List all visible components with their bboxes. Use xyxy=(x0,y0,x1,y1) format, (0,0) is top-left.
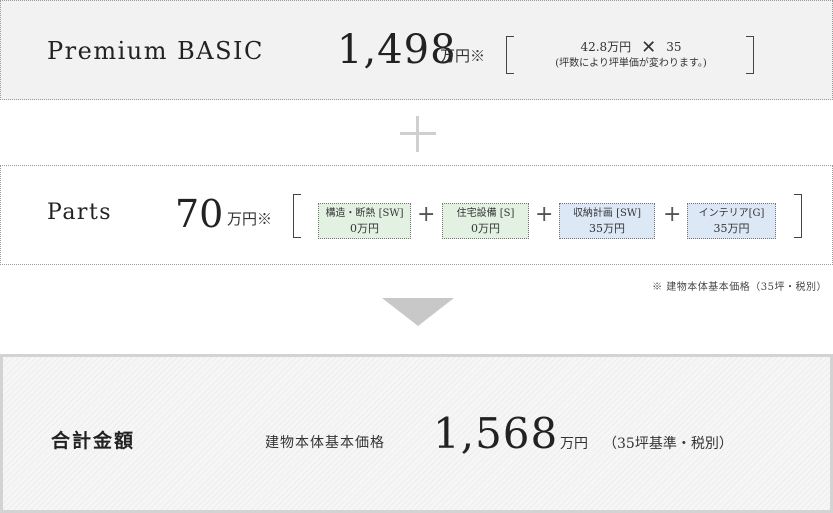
plus-icon: + xyxy=(535,202,554,227)
part-label: 住宅設備 [S] xyxy=(456,208,515,219)
left-bracket xyxy=(293,194,301,238)
basic-price: 1,498 xyxy=(337,27,457,73)
left-bracket xyxy=(506,36,514,74)
part-value: 35万円 xyxy=(589,222,625,235)
premium-basic-panel: Premium BASIC 1,498 万円※ 42.8万円 ✕ 35 (坪数により… xyxy=(0,0,833,100)
basic-title: Premium BASIC xyxy=(47,37,264,65)
parts-price: 70 xyxy=(175,192,224,236)
calc-tsubo: 35 xyxy=(666,40,682,54)
right-bracket xyxy=(746,36,754,74)
basic-price-unit: 万円※ xyxy=(440,47,486,65)
total-title: 合計金額 xyxy=(51,430,136,452)
part-label: インテリア[G] xyxy=(698,208,765,219)
calc-note: (坪数により坪単価が変わります。) xyxy=(555,58,707,69)
parts-panel: Parts 70 万円※ 構造・断熱 [SW] 0万円 + 住宅設備 [S] 0… xyxy=(0,165,833,265)
right-bracket xyxy=(794,194,802,238)
plus-icon xyxy=(400,116,436,152)
part-interior: インテリア[G] 35万円 xyxy=(687,203,776,239)
total-panel: 合計金額 建物本体基本価格 1,568 万円 （35坪基準・税別） xyxy=(0,354,833,513)
total-label: 建物本体基本価格 xyxy=(265,435,385,451)
part-label: 構造・断熱 [SW] xyxy=(325,208,404,219)
total-price-unit: 万円 xyxy=(560,436,588,452)
part-value: 35万円 xyxy=(713,222,750,235)
part-structure-insulation: 構造・断熱 [SW] 0万円 xyxy=(318,203,411,239)
part-value: 0万円 xyxy=(350,222,379,235)
total-price-note: （35坪基準・税別） xyxy=(603,436,733,452)
total-price: 1,568 xyxy=(433,409,559,458)
plus-icon: + xyxy=(663,202,682,227)
parts-title: Parts xyxy=(47,200,113,225)
plus-icon: + xyxy=(417,202,436,227)
calc-unit-price: 42.8万円 xyxy=(580,40,632,54)
part-value: 0万円 xyxy=(471,222,500,235)
part-housing-equipment: 住宅設備 [S] 0万円 xyxy=(442,203,529,239)
part-label: 収納計画 [SW] xyxy=(572,208,642,219)
down-arrow-icon xyxy=(382,298,454,326)
part-storage-plan: 収納計画 [SW] 35万円 xyxy=(559,203,655,239)
parts-price-unit: 万円※ xyxy=(227,210,273,228)
price-footnote: ※ 建物本体基本価格（35坪・税別） xyxy=(652,282,827,293)
